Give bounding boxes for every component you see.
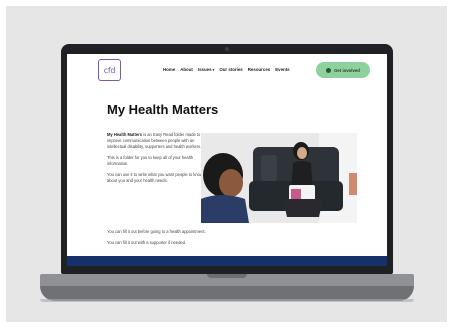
page-title: My Health Matters <box>107 102 219 117</box>
nav-issues[interactable]: Issues▾ <box>198 67 214 72</box>
site-logo[interactable]: cfd <box>98 59 121 81</box>
hero-photo <box>201 133 357 223</box>
chevron-down-icon: ▾ <box>212 68 215 72</box>
nav-resources[interactable]: Resources <box>248 67 270 72</box>
laptop-lid: cfd Home About Issues▾ Our stories Resou… <box>61 44 393 274</box>
laptop-base <box>40 274 414 286</box>
laptop-rim-highlight <box>40 299 414 302</box>
lower-text: You can fill it out before going to a he… <box>107 229 337 251</box>
intro-paragraph: My Health Matters is an Easy Read folder… <box>107 132 203 150</box>
get-involved-label: Get involved <box>334 67 360 73</box>
laptop-screen: cfd Home About Issues▾ Our stories Resou… <box>67 54 387 266</box>
nav-about[interactable]: About <box>180 67 193 72</box>
nav-events[interactable]: Events <box>275 67 289 72</box>
nav-our-stories[interactable]: Our stories <box>219 67 242 72</box>
nav-issues-label: Issues <box>197 67 212 72</box>
paragraph-write: You can use it to write what you want pe… <box>107 172 203 183</box>
main-nav: Home About Issues▾ Our stories Resources… <box>163 67 290 72</box>
paragraph-folder: This is a folder for you to keep all of … <box>107 155 194 166</box>
nav-home[interactable]: Home <box>163 67 175 72</box>
footer-band <box>67 256 387 266</box>
intro-bold: My Health Matters <box>107 132 143 137</box>
webcam <box>225 47 229 51</box>
photo-illustration <box>201 133 357 223</box>
paragraph-supporter: You can fill it out with a supporter if … <box>107 240 187 245</box>
intro-text: My Health Matters is an Easy Read folder… <box>107 132 203 189</box>
get-involved-button[interactable]: Get involved <box>316 62 370 78</box>
paragraph-before-appointment: You can fill it out before going to a he… <box>107 229 206 234</box>
user-icon <box>326 67 332 73</box>
site-header: cfd Home About Issues▾ Our stories Resou… <box>67 54 387 86</box>
laptop-notch <box>207 274 247 278</box>
